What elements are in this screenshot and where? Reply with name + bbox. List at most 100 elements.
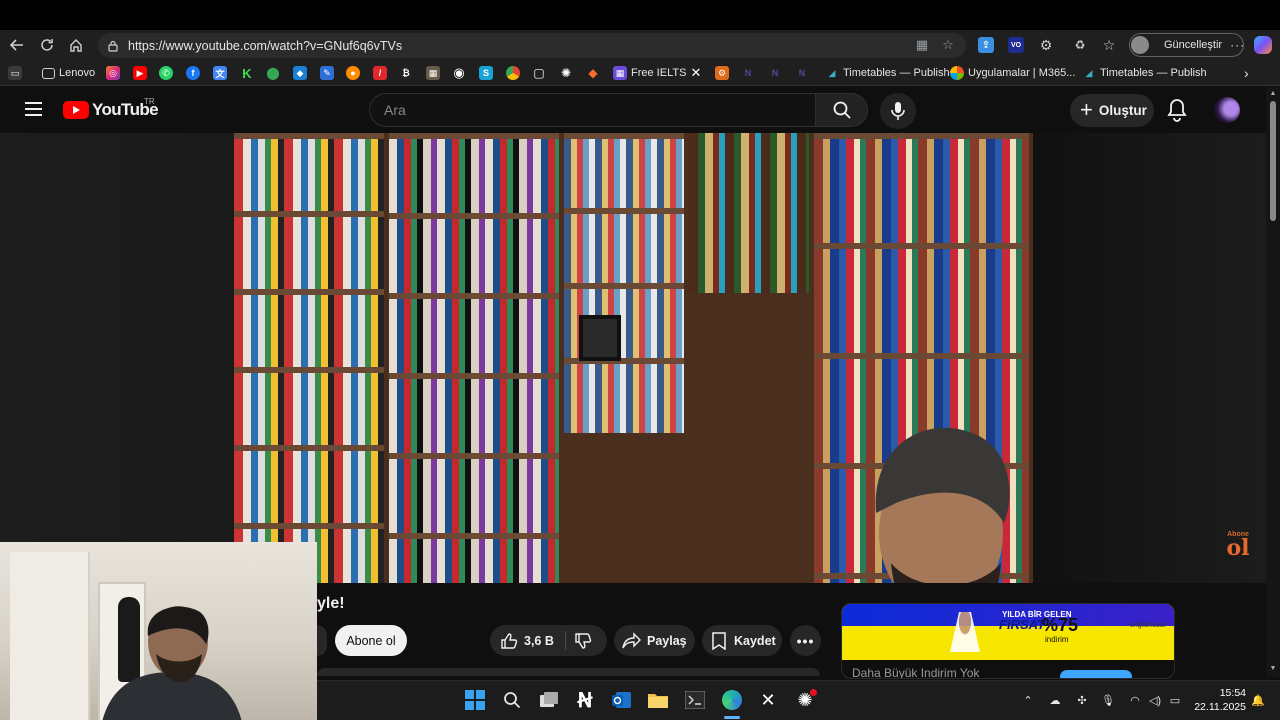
chrome-bookmark-icon[interactable]: [506, 65, 524, 81]
task-view-icon[interactable]: [537, 688, 561, 712]
wifi-icon[interactable]: ◠: [1127, 692, 1143, 708]
account-avatar[interactable]: [1214, 97, 1240, 123]
guide-menu-icon[interactable]: [25, 102, 42, 116]
chatgpt-bookmark-icon[interactable]: ✺: [559, 65, 577, 81]
search-box[interactable]: [369, 93, 816, 127]
bookmark-icon-9[interactable]: ✎: [320, 65, 338, 81]
favorite-star-icon[interactable]: ☆: [940, 37, 956, 53]
bookmark-icon-10[interactable]: ●: [346, 65, 364, 81]
voice-search-button[interactable]: [880, 93, 916, 129]
onedrive-icon[interactable]: ☁: [1047, 692, 1063, 708]
bookmark-lenovo[interactable]: Lenovo: [42, 65, 95, 81]
notifications-bell-icon[interactable]: [1166, 98, 1188, 122]
bookmark-timetables-1[interactable]: ◢ Timetables — Publish: [825, 65, 950, 81]
bookmark-icon-12[interactable]: ₿: [399, 65, 417, 81]
browser-toolbar: https://www.youtube.com/watch?v=GNuf6q6v…: [0, 30, 1280, 60]
like-divider: [565, 631, 566, 650]
bookmark-icon-22[interactable]: ⚙: [715, 65, 733, 81]
notion-app-icon[interactable]: Ꞥ: [573, 688, 597, 712]
instagram-bookmark-icon[interactable]: ◎: [106, 65, 124, 81]
video-player[interactable]: [234, 133, 1033, 583]
n-bookmark-icon-3[interactable]: N: [795, 65, 813, 81]
bookmark-timetables-2[interactable]: ◢ Timetables — Publish: [1082, 65, 1207, 81]
ad-banner-image[interactable]: YILDA BİR GELEN FIRSAT %75 indirim engli…: [842, 604, 1174, 660]
youtube-bookmark-icon[interactable]: ▶: [133, 65, 151, 81]
subscribe-button[interactable]: Abone ol: [335, 625, 407, 656]
like-count: 3,6 B: [524, 633, 554, 648]
edge-browser-icon[interactable]: [720, 688, 744, 712]
reload-button[interactable]: [32, 30, 62, 60]
bookmark-m365[interactable]: Uygulamalar | M365...: [950, 65, 1075, 81]
whatsapp-bookmark-icon[interactable]: ✆: [159, 65, 177, 81]
like-button[interactable]: 3,6 B: [490, 625, 566, 656]
battery-icon[interactable]: ▭: [1167, 692, 1183, 708]
terminal-app-icon[interactable]: [683, 688, 707, 712]
description-box-edge: [317, 668, 820, 676]
address-bar[interactable]: https://www.youtube.com/watch?v=GNuf6q6v…: [98, 33, 966, 58]
maps-bookmark-icon[interactable]: ⬤: [266, 65, 284, 81]
facebook-bookmark-icon[interactable]: f: [186, 65, 204, 81]
start-windows-icon[interactable]: [463, 688, 487, 712]
search-button[interactable]: [815, 93, 868, 127]
update-button[interactable]: Güncelleştir ···: [1129, 33, 1244, 57]
taskbar-search-icon[interactable]: [500, 688, 524, 712]
search-input[interactable]: [384, 102, 784, 118]
tray-app-icon[interactable]: ✣: [1074, 692, 1090, 708]
profile-avatar[interactable]: [1131, 36, 1149, 54]
scrollbar-thumb[interactable]: [1270, 101, 1276, 221]
browser-essentials-icon[interactable]: ♻: [1072, 37, 1088, 53]
volume-icon[interactable]: ◁): [1147, 692, 1163, 708]
bookmarks-overflow-chevron-icon[interactable]: ›: [1244, 65, 1249, 81]
tray-overflow-chevron-icon[interactable]: ⌃: [1020, 692, 1036, 708]
bookshelf-left: [234, 133, 384, 583]
more-icon[interactable]: ···: [1230, 38, 1245, 52]
outlook-app-icon[interactable]: [610, 688, 634, 712]
share-button[interactable]: Paylaş: [614, 625, 695, 656]
tab-actions-icon[interactable]: ▭: [8, 65, 26, 81]
dislike-button[interactable]: [568, 625, 606, 656]
url-text[interactable]: https://www.youtube.com/watch?v=GNuf6q6v…: [128, 39, 402, 53]
x-bookmark-icon[interactable]: ✕: [689, 65, 707, 81]
home-button[interactable]: [61, 30, 91, 60]
extensions-puzzle-icon[interactable]: ⚙: [1038, 37, 1054, 53]
github-bookmark-icon[interactable]: ◉: [452, 65, 470, 81]
k-bookmark-icon[interactable]: K: [240, 65, 258, 81]
n-bookmark-icon-1[interactable]: N: [741, 65, 759, 81]
bookmark-icon-17[interactable]: ▢: [532, 65, 550, 81]
save-button[interactable]: Kaydet: [702, 625, 782, 656]
copilot-icon[interactable]: [1254, 36, 1272, 54]
taskbar-clock[interactable]: 15:54 22.11.2025: [1190, 686, 1246, 714]
favorites-icon[interactable]: ☆: [1101, 37, 1117, 53]
webcam-person: [102, 606, 242, 720]
sidebar-ad[interactable]: YILDA BİR GELEN FIRSAT %75 indirim engli…: [841, 603, 1175, 679]
create-button[interactable]: + Oluştur: [1070, 94, 1154, 127]
subscribe-watermark[interactable]: Abone ol: [1222, 531, 1254, 561]
more-actions-button[interactable]: •••: [790, 625, 821, 656]
ad-title[interactable]: Daha Büyük Indirim Yok: [852, 666, 979, 678]
extension-1-icon[interactable]: ⇪: [978, 37, 994, 53]
x-app-icon[interactable]: ✕: [756, 688, 780, 712]
n-bookmark-icon-2[interactable]: N: [768, 65, 786, 81]
scroll-down-arrow-icon[interactable]: ▼: [1269, 665, 1277, 673]
share-arrow-icon: [622, 631, 641, 648]
site-info-icon[interactable]: [106, 39, 120, 53]
file-explorer-icon[interactable]: [646, 688, 670, 712]
app-available-icon[interactable]: ▦: [914, 37, 930, 53]
ad-cta-button[interactable]: [1060, 670, 1132, 678]
bookmark-icon-15[interactable]: S: [479, 65, 497, 81]
extension-2-icon[interactable]: VO: [1008, 37, 1024, 53]
scroll-up-arrow-icon[interactable]: ▲: [1269, 90, 1277, 98]
bookmark-free-ielts[interactable]: ▦ Free IELTS: [613, 65, 686, 81]
page-scrollbar[interactable]: ▲ ▼: [1266, 87, 1280, 677]
translate-bookmark-icon[interactable]: 文: [213, 65, 231, 81]
bookmark-icon-13[interactable]: ▦: [426, 65, 444, 81]
back-button[interactable]: [2, 30, 32, 60]
gitlab-bookmark-icon[interactable]: ◆: [586, 65, 604, 81]
youtube-logo[interactable]: YouTube TR: [63, 97, 159, 120]
bookmark-icon-8[interactable]: ◆: [293, 65, 311, 81]
notification-bell-icon[interactable]: 🔔: [1250, 692, 1266, 708]
bookmark-icon-11[interactable]: /: [373, 65, 391, 81]
clock-date: 22.11.2025: [1194, 701, 1246, 713]
tray-microphone-icon[interactable]: 🎙: [1100, 692, 1116, 708]
clock-time: 15:54: [1219, 687, 1246, 699]
